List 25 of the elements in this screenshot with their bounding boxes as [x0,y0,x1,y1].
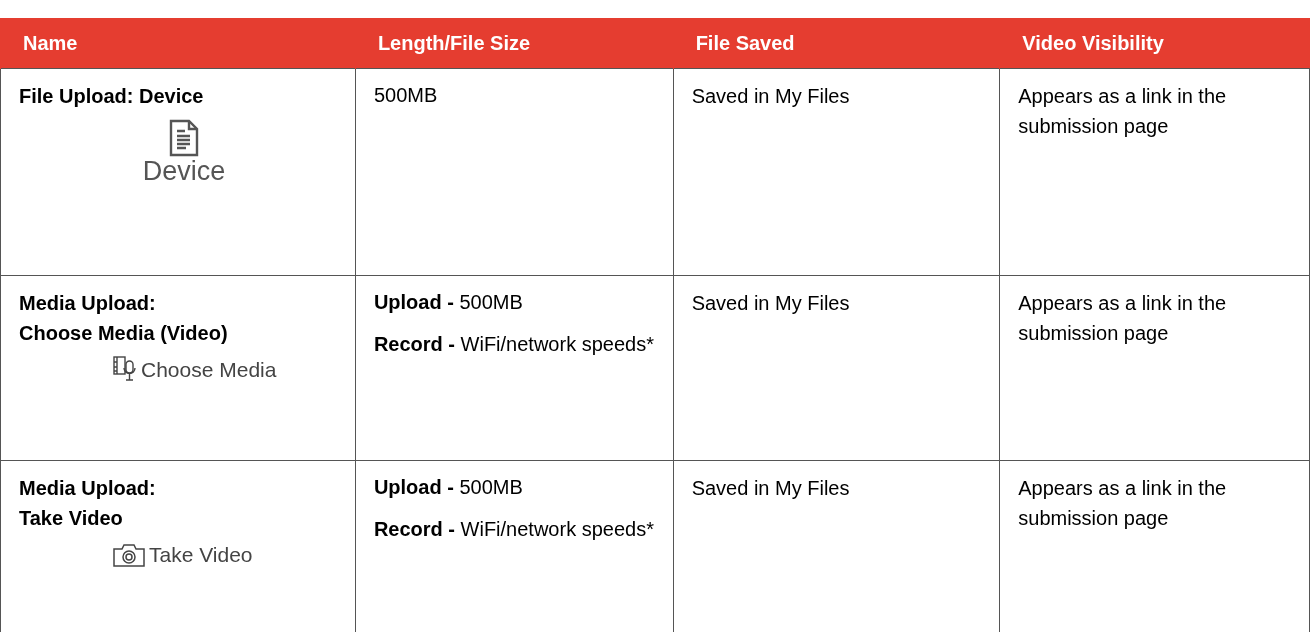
item-name: Take Video [19,506,124,531]
column-header: Length/File Size [355,18,674,69]
tool-label: Choose Media [141,357,277,383]
size-text: 500MB [373,83,439,108]
item-name: Choose Media (Video) [19,321,229,346]
item-name: Media Upload: [19,476,157,501]
document-icon [169,119,199,157]
column-header: Name [0,18,356,69]
size-text: Upload - 500MB [373,475,524,500]
camera-icon [113,542,145,567]
table-cell: Saved in My Files [691,292,850,314]
table-cell: Saved in My Files [691,85,850,107]
size-text: Upload - 500MB [373,290,524,315]
item-name: File Upload: Device [19,84,205,109]
table-cell: Appears as a link in the submission page [1018,477,1227,529]
table-cell: Appears as a link in the submission page [1018,292,1227,344]
table-cell: Appears as a link in the submission page [1018,85,1227,137]
table-cell: Saved in My Files [691,477,850,499]
column-header: Video Visibility [999,18,1310,69]
column-header: File Saved [673,18,1000,69]
size-text: Record - WiFi/network speeds* [373,517,655,542]
item-name: Media Upload: [19,291,157,316]
tool-label: Take Video [149,542,253,568]
tool-label: Device [142,157,226,187]
size-text: Record - WiFi/network speeds* [373,332,655,357]
